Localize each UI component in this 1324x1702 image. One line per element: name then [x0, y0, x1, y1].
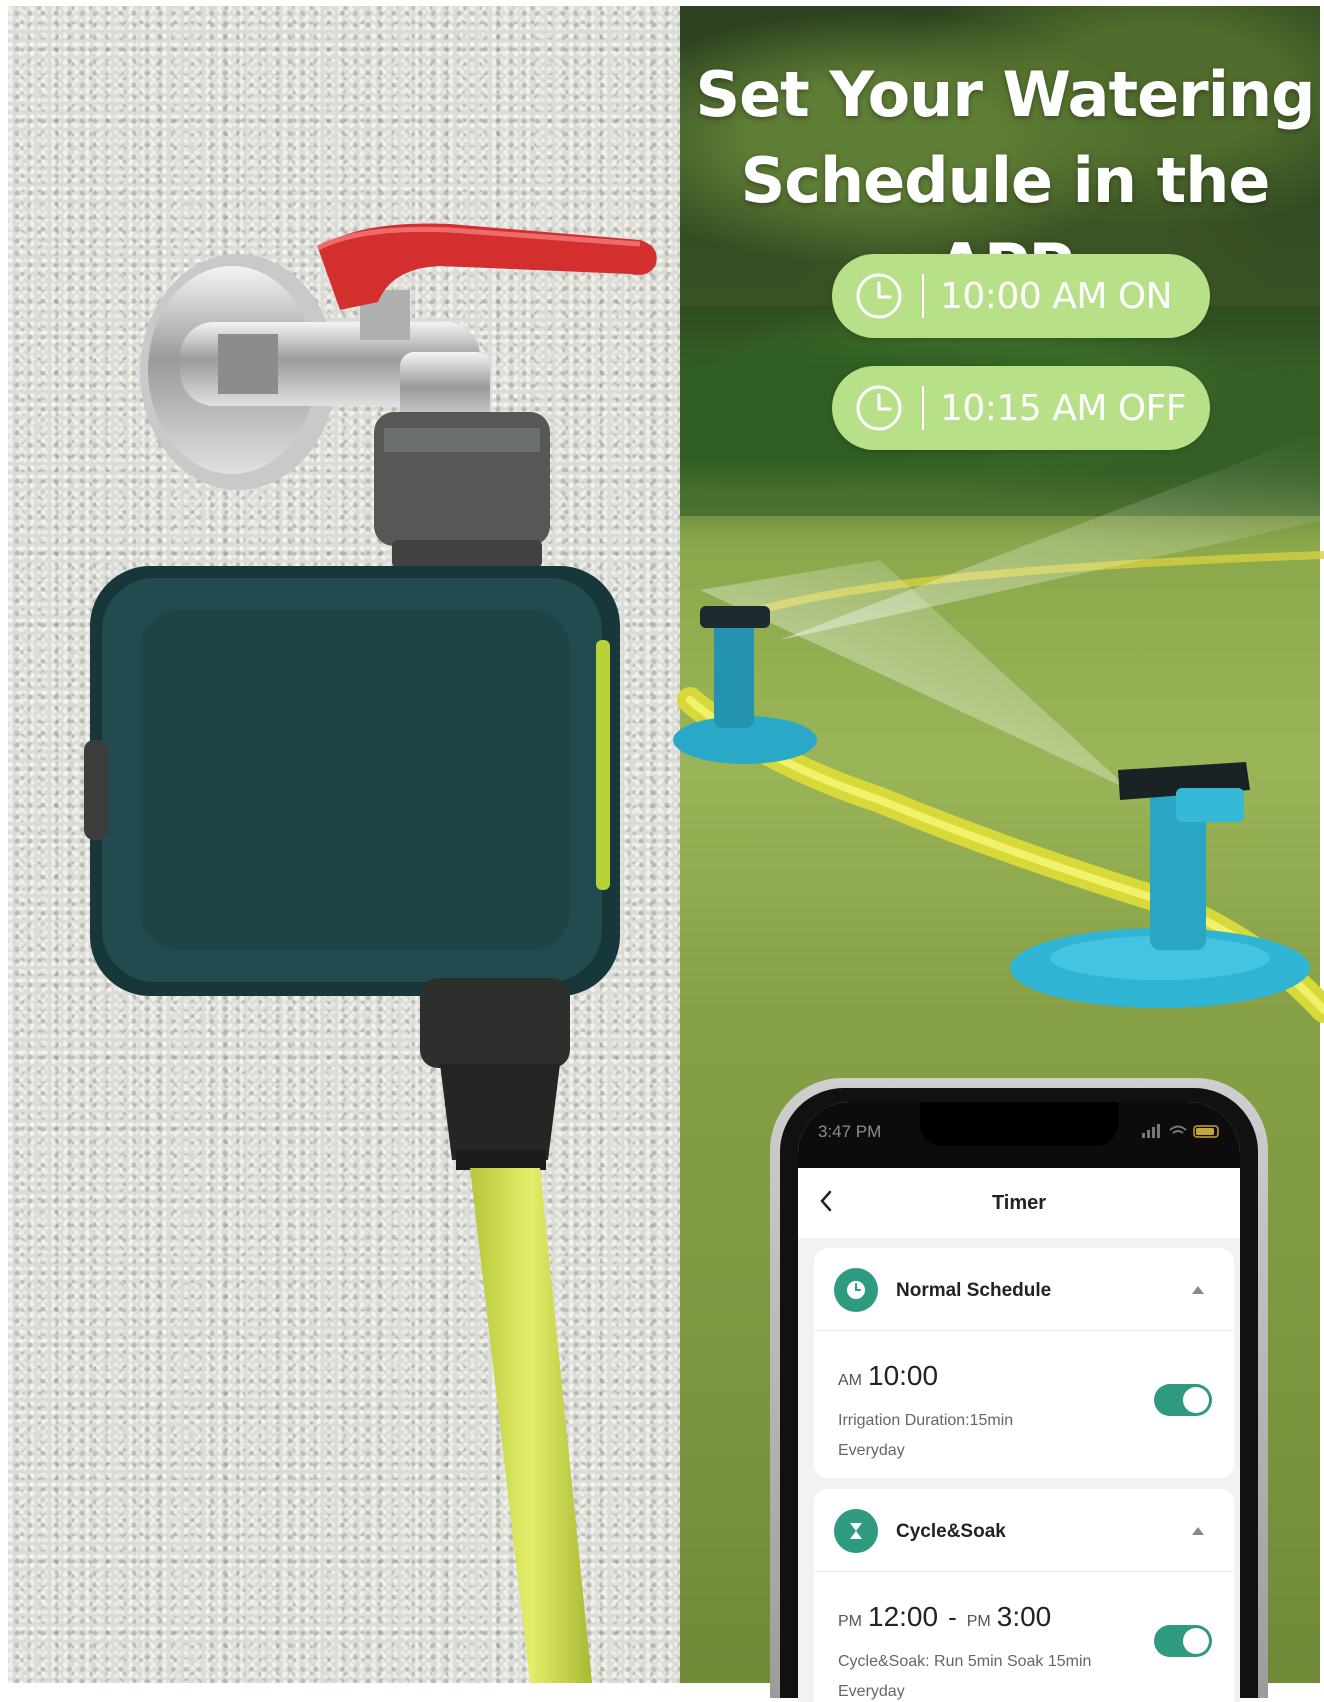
toggle-knob	[1183, 1628, 1209, 1654]
collapse-caret-icon[interactable]	[1192, 1286, 1204, 1294]
valve-handle	[316, 223, 657, 310]
collapse-caret-icon[interactable]	[1192, 1527, 1204, 1535]
phone-mockup: 3:47 PM Timer Normal Schedule AM 10:00 I…	[770, 1078, 1268, 1702]
toggle-knob	[1183, 1387, 1209, 1413]
app-bar: Timer	[798, 1168, 1240, 1238]
water-timer-device	[84, 566, 620, 996]
phone-screen: 3:47 PM Timer Normal Schedule AM 10:00 I…	[798, 1102, 1240, 1702]
end-time: 3:00	[996, 1601, 1052, 1632]
cycle-soak-detail: Cycle&Soak: Run 5min Soak 15min	[838, 1653, 1092, 1670]
cycle-soak-card: Cycle&Soak PM 12:00- PM 3:00 Cycle&Soak: Ru…	[814, 1489, 1234, 1702]
screen-title: Timer	[991, 1192, 1047, 1214]
hourglass-icon	[834, 1509, 878, 1553]
off-time-pill: 10:15 AM OFF	[832, 366, 1210, 450]
notch	[920, 1102, 1118, 1146]
headline-line1: Set Your Watering	[695, 58, 1315, 131]
start-time: 12:00	[868, 1601, 939, 1632]
repeat-text: Everyday	[838, 1683, 905, 1700]
time-value: 10:00	[868, 1360, 939, 1391]
status-bar: 3:47 PM	[798, 1102, 1240, 1168]
normal-schedule-card: Normal Schedule AM 10:00 Irrigation Durat…	[814, 1248, 1234, 1478]
range-separator: -	[948, 1602, 957, 1632]
cycle-soak-toggle[interactable]	[1154, 1625, 1212, 1657]
clock-icon	[856, 385, 902, 431]
irrigation-duration: Irrigation Duration:15min	[838, 1412, 1014, 1429]
card-header[interactable]: Normal Schedule	[814, 1248, 1234, 1331]
near-sprinkler	[1010, 762, 1310, 1008]
status-icons	[1142, 1124, 1219, 1138]
schedule-toggle[interactable]	[1154, 1384, 1212, 1416]
start-period: PM	[838, 1613, 862, 1630]
on-time-pill: 10:00 AM ON	[832, 254, 1210, 338]
card-title: Normal Schedule	[896, 1280, 1052, 1301]
end-period: PM	[966, 1613, 991, 1630]
pill-divider	[922, 274, 924, 318]
time-period: AM	[838, 1372, 862, 1389]
on-time-text: 10:00 AM ON	[940, 275, 1173, 317]
off-time-text: 10:15 AM OFF	[940, 387, 1187, 429]
schedule-time: AM 10:00	[838, 1360, 938, 1392]
wall-hose	[470, 1168, 592, 1683]
card-title: Cycle&Soak	[896, 1521, 1006, 1542]
schedule-time-range: PM 12:00- PM 3:00	[838, 1601, 1051, 1633]
repeat-text: Everyday	[838, 1442, 905, 1459]
phone-bezel: 3:47 PM Timer Normal Schedule AM 10:00 I…	[780, 1088, 1258, 1702]
card-header[interactable]: Cycle&Soak	[814, 1489, 1234, 1572]
clock-icon	[834, 1268, 878, 1312]
clock-icon	[856, 273, 902, 319]
lower-connector	[420, 978, 570, 1170]
status-time: 3:47 PM	[818, 1122, 882, 1141]
pill-divider	[922, 386, 924, 430]
upper-connector	[374, 412, 550, 568]
